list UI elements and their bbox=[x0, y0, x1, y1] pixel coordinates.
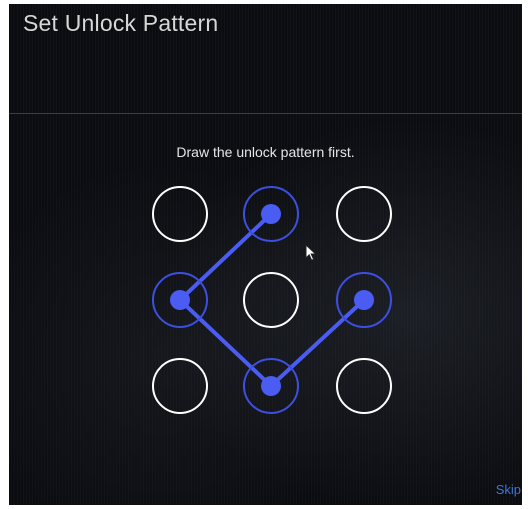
pattern-node-ring bbox=[152, 186, 208, 242]
pattern-node-dot bbox=[354, 290, 374, 310]
pattern-line-segment bbox=[178, 212, 273, 302]
pattern-node-2[interactable] bbox=[243, 186, 299, 242]
skip-button[interactable]: Skip bbox=[496, 482, 521, 497]
pattern-node-6[interactable] bbox=[336, 272, 392, 328]
pattern-grid[interactable] bbox=[9, 4, 522, 505]
pattern-node-7[interactable] bbox=[152, 358, 208, 414]
pattern-node-4[interactable] bbox=[152, 272, 208, 328]
pattern-node-ring bbox=[336, 186, 392, 242]
pattern-node-dot bbox=[261, 376, 281, 396]
pattern-line-segment bbox=[178, 298, 273, 388]
pattern-node-9[interactable] bbox=[336, 358, 392, 414]
pattern-node-ring bbox=[336, 358, 392, 414]
mouse-cursor-icon bbox=[305, 244, 317, 261]
pattern-node-5[interactable] bbox=[243, 272, 299, 328]
pattern-node-3[interactable] bbox=[336, 186, 392, 242]
pattern-node-8[interactable] bbox=[243, 358, 299, 414]
pattern-node-dot bbox=[261, 204, 281, 224]
pattern-node-dot bbox=[170, 290, 190, 310]
pattern-node-ring bbox=[243, 272, 299, 328]
pattern-line-segment bbox=[269, 298, 366, 388]
unlock-pattern-dialog: Set Unlock Pattern Draw the unlock patte… bbox=[9, 4, 522, 505]
pattern-node-ring bbox=[152, 358, 208, 414]
pattern-nodes bbox=[152, 186, 392, 414]
pattern-node-1[interactable] bbox=[152, 186, 208, 242]
